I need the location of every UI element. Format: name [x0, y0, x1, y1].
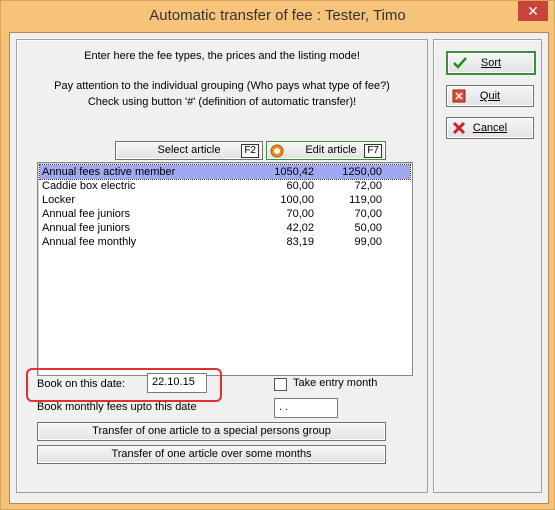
transfer-group-button[interactable]: Transfer of one article to a special per…: [37, 422, 386, 441]
article-price-gross: 1250,00: [342, 166, 382, 178]
title-bar[interactable]: Automatic transfer of fee : Tester, Timo…: [1, 1, 554, 31]
article-price-gross: 119,00: [349, 194, 382, 206]
f7-key-badge: F7: [364, 144, 382, 158]
select-article-label: Select article: [157, 144, 221, 156]
select-article-button[interactable]: Select article F2: [115, 141, 263, 160]
take-entry-month-label: Take entry month: [293, 377, 378, 389]
edit-article-button[interactable]: Edit article F7: [266, 141, 386, 160]
dialog-client: Enter here the fee types, the prices and…: [9, 32, 549, 504]
article-name: Annual fee juniors: [42, 222, 131, 234]
list-item[interactable]: Annual fee juniors 70,00 70,00: [40, 207, 410, 221]
f2-key-badge: F2: [241, 144, 259, 158]
article-price-gross: 50,00: [354, 222, 382, 234]
article-price-gross: 72,00: [354, 180, 382, 192]
cancel-button[interactable]: Cancel: [446, 117, 534, 139]
list-item[interactable]: Annual fee monthly 83,19 99,00: [40, 235, 410, 249]
quit-label: Quit: [479, 90, 501, 102]
list-item[interactable]: Locker 100,00 119,00: [40, 193, 410, 207]
book-date-field[interactable]: 22.10.15: [147, 373, 207, 393]
article-price-net: 83,19: [286, 236, 314, 248]
article-price-net: 60,00: [286, 180, 314, 192]
list-item[interactable]: Caddie box electric 60,00 72,00: [40, 179, 410, 193]
sort-button[interactable]: Sort: [446, 51, 536, 75]
quit-button[interactable]: Quit: [446, 85, 534, 107]
article-price-net: 70,00: [286, 208, 314, 220]
article-price-net: 42,02: [286, 222, 314, 234]
right-panel: Sort Quit Cancel: [433, 39, 542, 493]
list-item[interactable]: Annual fees active member 1050,42 1250,0…: [39, 164, 411, 180]
cancel-label: Cancel: [472, 122, 508, 134]
article-price-gross: 99,00: [354, 236, 382, 248]
radio-circle-icon: [270, 144, 284, 158]
article-name: Annual fee monthly: [42, 236, 137, 248]
book-date-label: Book on this date:: [37, 378, 126, 390]
article-name: Annual fee juniors: [42, 208, 131, 220]
monthly-fees-date-field[interactable]: . .: [274, 398, 338, 418]
article-price-gross: 70,00: [354, 208, 382, 220]
article-price-net: 100,00: [280, 194, 314, 206]
article-list[interactable]: Annual fees active member 1050,42 1250,0…: [37, 162, 413, 376]
info-line-3: Check using button '#' (definition of au…: [87, 96, 357, 108]
article-price-net: 1050,42: [274, 166, 314, 178]
close-button[interactable]: ✕: [518, 1, 548, 21]
take-entry-month-checkbox[interactable]: [274, 378, 287, 391]
info-line-2: Pay attention to the individual grouping…: [54, 80, 390, 92]
article-name: Annual fees active member: [42, 166, 176, 178]
window-title: Automatic transfer of fee : Tester, Timo: [149, 7, 406, 24]
info-line-1: Enter here the fee types, the prices and…: [84, 50, 360, 62]
edit-article-label: Edit article: [305, 144, 357, 156]
transfer-months-button[interactable]: Transfer of one article over some months: [37, 445, 386, 464]
dialog-window: Automatic transfer of fee : Tester, Timo…: [0, 0, 555, 510]
monthly-fees-label: Book monthly fees upto this date: [37, 401, 197, 413]
sort-label: Sort: [480, 57, 502, 69]
article-name: Caddie box electric: [42, 180, 136, 192]
article-name: Locker: [42, 194, 76, 206]
list-item[interactable]: Annual fee juniors 42,02 50,00: [40, 221, 410, 235]
